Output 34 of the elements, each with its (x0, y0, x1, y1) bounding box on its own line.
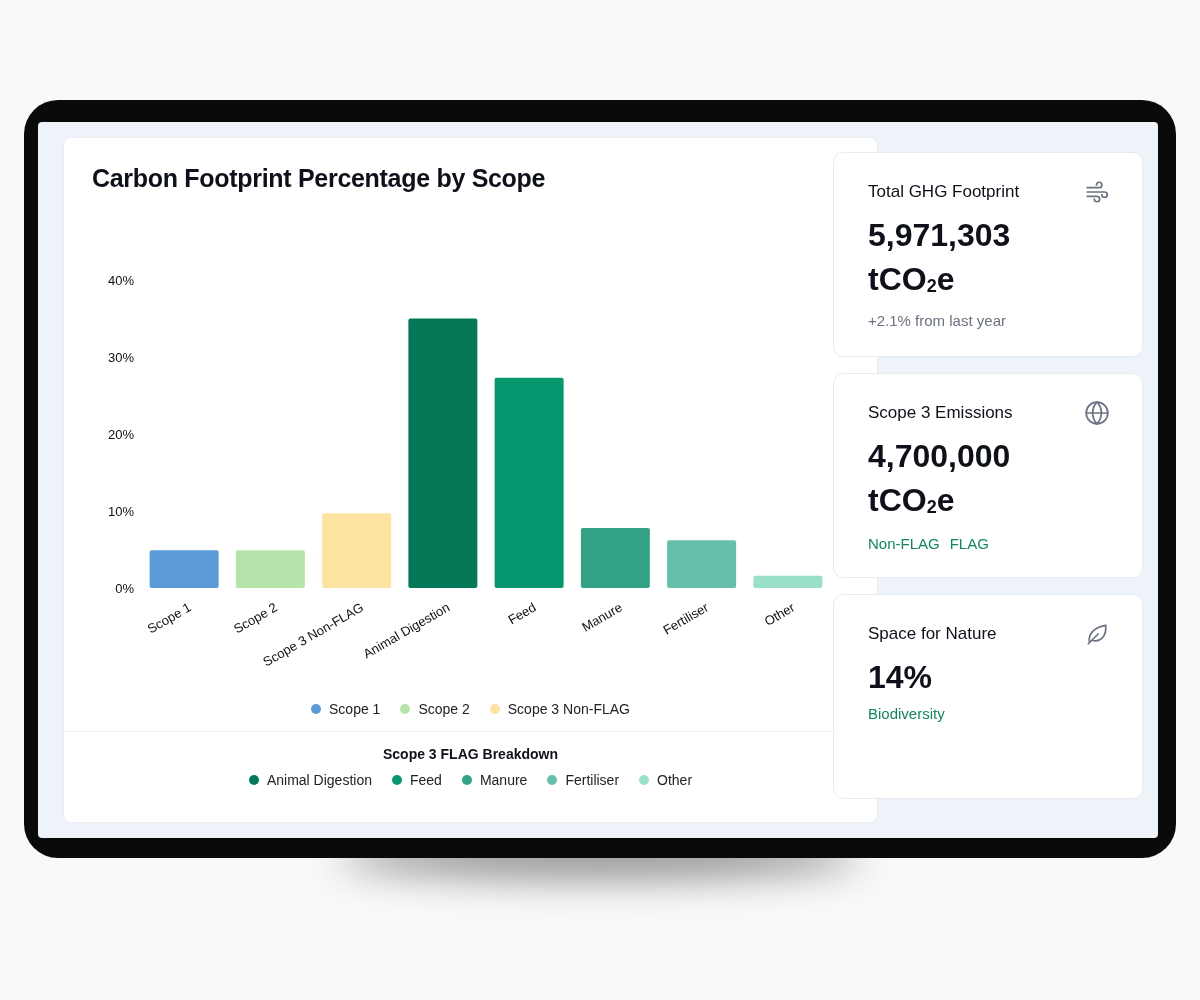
bar (235, 550, 305, 588)
y-axis-label: 40% (107, 273, 134, 288)
stat-note: +2.1% from last year (868, 312, 1007, 329)
stat-value: 5,971,303 tCO$_{2}$e (868, 216, 1012, 299)
stat-title: Scope 3 Emissions (868, 403, 1013, 423)
legend-label: Fertiliser (565, 772, 620, 788)
x-axis-label: Other (761, 599, 798, 629)
x-axis-label: Feed (505, 599, 539, 628)
legend-label: Scope 3 Non-FLAG (507, 701, 630, 717)
y-axis-label: 0% (115, 581, 134, 596)
stat-tag: Biodiversity (868, 705, 945, 722)
x-axis-label: Scope 2 (231, 599, 280, 637)
y-axis-label: 30% (107, 350, 134, 365)
legend-label: Scope 2 (418, 701, 470, 717)
legend-label: Animal Digestion (266, 772, 372, 788)
bar (667, 540, 737, 588)
stat-title: Total GHG Footprint (868, 182, 1020, 202)
wind-icon (1084, 179, 1110, 205)
stat-tag: Non-FLAG (868, 535, 940, 552)
stat-value: 4,700,000 tCO$_{2}$e (868, 437, 1012, 520)
legend-title: Scope 3 FLAG Breakdown (381, 746, 559, 762)
bar (753, 575, 823, 588)
legend-label: Scope 1 (329, 701, 381, 717)
bar (580, 527, 650, 588)
stat-value: 14% (868, 658, 934, 697)
y-axis-label: 20% (107, 427, 134, 442)
y-axis-label: 10% (107, 504, 134, 519)
globe-icon (1084, 400, 1110, 426)
legend-label: Feed (410, 772, 442, 788)
bar (149, 550, 219, 588)
stat-title: Space for Nature (868, 624, 997, 644)
legend-label: Other (657, 772, 693, 788)
legend-label: Manure (479, 772, 528, 788)
stat-tag: FLAG (949, 535, 989, 552)
